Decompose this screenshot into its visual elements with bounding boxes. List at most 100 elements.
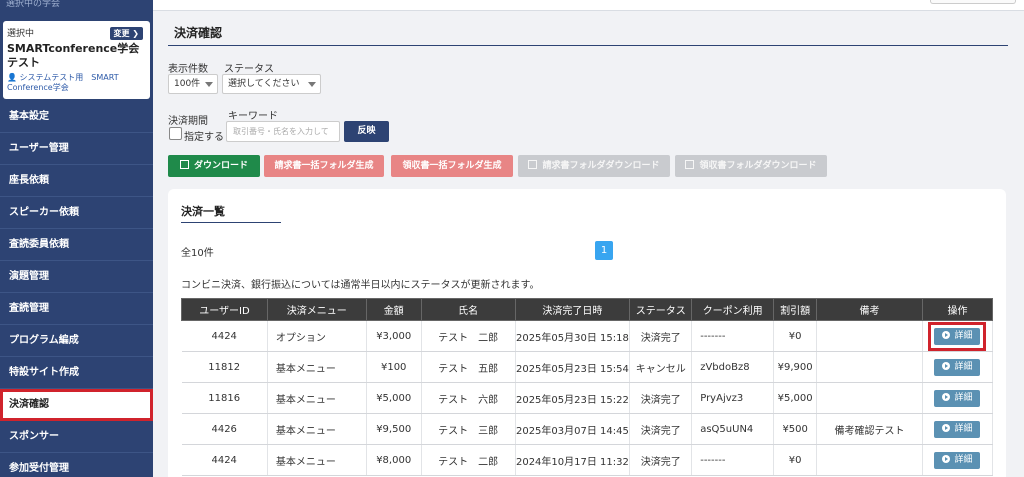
download-label: ダウンロード (193, 161, 248, 171)
status-label: ステータス (224, 64, 274, 75)
status-select-value: 選択してください (228, 79, 300, 89)
cell-user-id: 11816 (181, 382, 268, 414)
column-header: 氏名 (420, 298, 516, 321)
total-count: 全10件 (181, 248, 214, 259)
detail-button[interactable]: 詳細 (934, 389, 981, 407)
sidebar-item-sponsor[interactable]: スポンサー (0, 421, 153, 453)
column-header: 決済メニュー (266, 298, 367, 321)
sidebar-item-abstract-management[interactable]: 演題管理 (0, 261, 153, 293)
status-notice: コンビニ決済、銀行振込については通常半日以内にステータスが更新されます。 (181, 280, 540, 291)
cell-coupon: ------- (691, 444, 775, 476)
file-icon (528, 160, 538, 169)
cell-user-id: 4424 (181, 444, 268, 476)
payment-list-card: 決済一覧 全10件 1 コンビニ決済、銀行振込については通常半日以内にステータス… (168, 189, 1006, 477)
sidebar-item-speaker-request[interactable]: スピーカー依頼 (0, 197, 153, 229)
download-button[interactable]: ダウンロード (168, 155, 260, 177)
detail-button[interactable]: 詳細 (934, 358, 981, 376)
cell-coupon: zVbdoBz8 (691, 351, 775, 383)
receipt-folder-download-button[interactable]: 領収書フォルダダウンロード (675, 155, 827, 177)
receipt-bulk-button[interactable]: 領収書一括フォルダ生成 (391, 155, 513, 177)
file-icon (685, 160, 695, 169)
cell-status: キャンセル (629, 351, 693, 383)
sidebar-item-basic-settings[interactable]: 基本設定 (0, 101, 153, 133)
keyword-input[interactable]: 取引番号・氏名を入力して (226, 121, 340, 142)
invoice-bulk-button[interactable]: 請求書一括フォルダ生成 (264, 155, 384, 177)
cell-amount: ¥5,000 (366, 382, 422, 414)
cell-date: 2025年03月07日 14:45 (515, 413, 631, 445)
cell-amount: ¥100 (366, 351, 422, 383)
table-row: 4424 オプション ¥3,000 テスト 二郎 2025年05月30日 15:… (181, 320, 994, 352)
cell-status: 決済完了 (629, 444, 693, 476)
arrow-circle-icon (942, 330, 951, 339)
keyword-label: キーワード (228, 111, 278, 122)
payment-table: ユーザーID 決済メニュー 金額 氏名 決済完了日時 ステータス クーポン利用 … (181, 298, 994, 476)
cell-name: テスト 二郎 (421, 320, 516, 352)
apply-button[interactable]: 反映 (344, 121, 389, 142)
cell-action: 詳細 (922, 444, 994, 476)
detail-button[interactable]: 詳細 (934, 420, 981, 438)
cell-action: 詳細 (922, 351, 994, 383)
detail-label: 詳細 (954, 330, 973, 341)
cell-menu: 基本メニュー (267, 351, 367, 383)
table-row: 11816 基本メニュー ¥5,000 テスト 六郎 2025年05月23日 1… (181, 382, 994, 414)
cell-status: 決済完了 (629, 413, 693, 445)
list-title-underline (181, 222, 281, 223)
sidebar-item-review-management[interactable]: 査読管理 (0, 293, 153, 325)
cell-coupon: asQ5uUN4 (691, 413, 775, 445)
main-content: 決済確認 表示件数 ステータス 100件 選択してください 決済期間 指定する … (153, 11, 1024, 477)
sidebar-top-text: 選択中の学会 (6, 0, 61, 9)
sidebar-item-chair-request[interactable]: 座長依頼 (0, 165, 153, 197)
cell-amount: ¥8,000 (366, 444, 422, 476)
cell-note (816, 351, 923, 383)
column-header: 備考 (816, 298, 923, 321)
detail-label: 詳細 (954, 392, 973, 403)
cell-status: 決済完了 (629, 320, 693, 352)
conference-name: SMARTconference学会 テスト (7, 42, 151, 69)
arrow-circle-icon (942, 392, 951, 401)
table-row: 4424 基本メニュー ¥8,000 テスト 二郎 2024年10月17日 11… (181, 444, 994, 476)
cell-discount: ¥500 (773, 413, 818, 445)
count-select[interactable]: 100件 (168, 74, 218, 94)
cell-action: 詳細 (922, 382, 994, 414)
cell-note (816, 444, 923, 476)
cell-note (816, 320, 923, 352)
sidebar-item-registration[interactable]: 参加受付管理 (0, 453, 153, 477)
change-conference-button[interactable]: 変更 ❯ (109, 27, 143, 40)
detail-button[interactable]: 詳細 (934, 451, 981, 469)
status-select[interactable]: 選択してください (222, 74, 321, 94)
receipt-download-label: 領収書フォルダダウンロード (699, 161, 817, 171)
sidebar-item-user-management[interactable]: ユーザー管理 (0, 133, 153, 165)
title-divider (168, 45, 1008, 46)
cell-name: テスト 三郎 (421, 413, 516, 445)
user-icon: 👤 (7, 73, 17, 82)
cell-menu: 基本メニュー (267, 413, 367, 445)
cell-note (816, 382, 923, 414)
invoice-folder-download-button[interactable]: 請求書フォルダダウンロード (518, 155, 670, 177)
column-header: 操作 (921, 298, 994, 321)
pagination-page-1[interactable]: 1 (595, 241, 613, 260)
column-header: 金額 (365, 298, 422, 321)
count-select-value: 100件 (174, 79, 201, 89)
cell-date: 2025年05月23日 15:54 (515, 351, 631, 383)
cell-name: テスト 六郎 (421, 382, 516, 414)
sidebar-item-program[interactable]: プログラム編成 (0, 325, 153, 357)
detail-button[interactable]: 詳細 (934, 327, 981, 345)
sidebar-item-reviewer-request[interactable]: 査読委員依頼 (0, 229, 153, 261)
cell-discount: ¥0 (773, 444, 818, 476)
cell-menu: 基本メニュー (267, 382, 367, 414)
column-header: 割引額 (773, 298, 818, 321)
arrow-circle-icon (942, 423, 951, 432)
cell-action: 詳細 (922, 413, 994, 445)
cell-user-id: 11812 (181, 351, 268, 383)
detail-label: 詳細 (954, 423, 973, 434)
invoice-download-label: 請求書フォルダダウンロード (542, 161, 660, 171)
column-header: 決済完了日時 (514, 298, 631, 321)
sidebar-item-payment-confirmation[interactable]: 決済確認 (0, 389, 153, 421)
table-row: 4426 基本メニュー ¥9,500 テスト 三郎 2025年03月07日 14… (181, 413, 994, 445)
cell-discount: ¥9,900 (773, 351, 818, 383)
specify-period-checkbox[interactable] (169, 127, 182, 140)
sidebar-item-special-site[interactable]: 特設サイト作成 (0, 357, 153, 389)
cell-coupon: ------- (691, 320, 775, 352)
top-right-button[interactable] (930, 0, 1016, 4)
highlight-frame: 詳細 (928, 321, 987, 351)
